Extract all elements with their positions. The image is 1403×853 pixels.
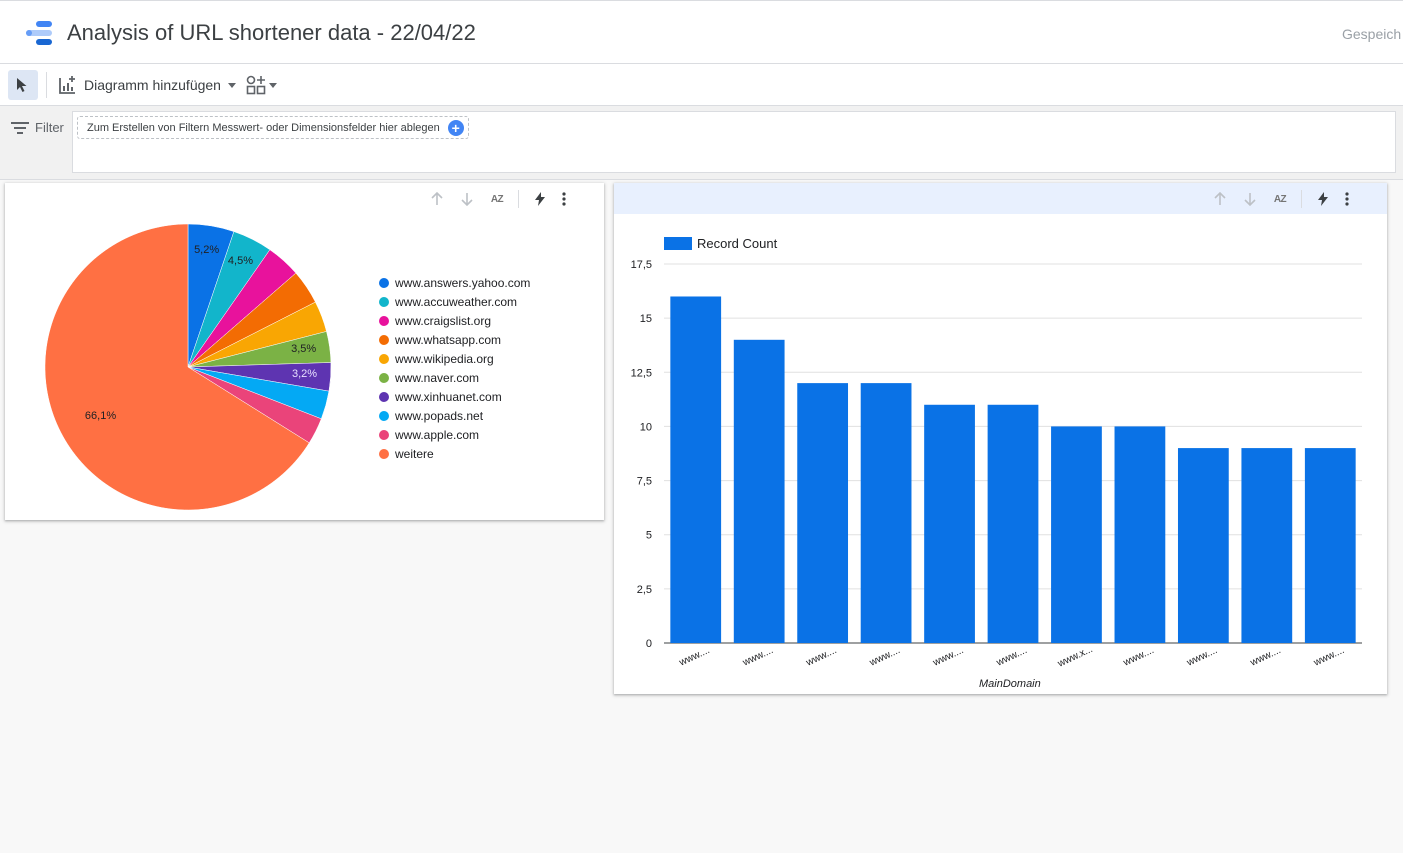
legend-label: www.craigslist.org: [395, 313, 492, 328]
legend-label: www.accuweather.com: [395, 294, 518, 309]
pie-slice-label: 66,1%: [84, 409, 117, 422]
chevron-down-icon: [269, 82, 277, 88]
add-chart-button[interactable]: Diagramm hinzufügen: [58, 73, 236, 97]
add-filter-plus-icon[interactable]: +: [447, 120, 464, 136]
report-title[interactable]: Analysis of URL shortener data - 22/04/2…: [67, 20, 476, 46]
legend-color-dot: [379, 277, 389, 288]
legend-color-dot: [379, 448, 389, 459]
y-tick-label: 15: [640, 313, 652, 325]
y-tick-label: 5: [646, 530, 652, 542]
bar[interactable]: [860, 383, 912, 643]
x-tick-label: www....: [1311, 645, 1346, 669]
legend-item[interactable]: weitere: [379, 444, 530, 463]
x-tick-label: www....: [740, 645, 775, 669]
legend-item[interactable]: www.xinhuanet.com: [379, 387, 530, 406]
legend-label: www.naver.com: [395, 370, 480, 385]
legend-color-dot: [379, 429, 389, 440]
x-tick-label: www....: [677, 645, 712, 669]
filter-bar: Filter Zum Erstellen von Filtern Messwer…: [0, 106, 1403, 180]
filter-label: Filter: [35, 120, 64, 135]
pie-legend: www.answers.yahoo.com www.accuweather.com…: [379, 273, 530, 463]
filter-drop-area[interactable]: Zum Erstellen von Filtern Messwert- oder…: [72, 111, 1396, 173]
bar[interactable]: [1177, 448, 1229, 643]
x-tick-label: www....: [804, 645, 839, 669]
bar[interactable]: [733, 339, 785, 643]
y-tick-label: 12,5: [631, 367, 652, 379]
legend-item[interactable]: www.naver.com: [379, 368, 530, 387]
app-header: Analysis of URL shortener data - 22/04/2…: [0, 0, 1403, 64]
add-chart-icon: [59, 76, 75, 94]
filter-icon: [11, 122, 29, 134]
legend-label: www.apple.com: [395, 427, 480, 442]
y-tick-label: 17,5: [631, 259, 652, 271]
y-tick-label: 0: [646, 638, 652, 650]
bar[interactable]: [987, 404, 1039, 643]
legend-item[interactable]: www.craigslist.org: [379, 311, 530, 330]
legend-color-dot: [379, 391, 389, 402]
x-axis-title: MainDomain: [979, 678, 1041, 690]
legend-label: www.xinhuanet.com: [395, 389, 502, 404]
looker-studio-logo-icon: [26, 21, 52, 45]
x-tick-label: www....: [1248, 645, 1283, 669]
add-chart-label: Diagramm hinzufügen: [84, 77, 221, 93]
pie-slice-label: 5,2%: [194, 244, 220, 257]
select-tool-button[interactable]: [8, 70, 38, 100]
y-tick-label: 10: [640, 421, 652, 433]
bar-chart: 0 2,5 5 7,5 10 12,5 15 17,5 www.... www.... www...…: [631, 259, 1362, 670]
filter-drop-zone-text: Zum Erstellen von Filtern Messwert- oder…: [87, 122, 440, 134]
legend-item[interactable]: www.accuweather.com: [379, 292, 530, 311]
legend-color-dot: [379, 372, 389, 383]
legend-color-dot: [379, 353, 389, 364]
bar[interactable]: [797, 383, 849, 643]
legend-item[interactable]: www.wikipedia.org: [379, 349, 530, 368]
pie-chart-card[interactable]: AZ 5,2% 4,5% 3,5% 3,2% 66,1% www.answers.yah…: [5, 183, 604, 520]
chevron-down-icon: [227, 82, 236, 88]
toolbar-divider: [46, 72, 47, 98]
legend-color-dot: [379, 296, 389, 307]
x-tick-label: www....: [931, 645, 966, 669]
pie-slice-label: 3,2%: [291, 368, 318, 381]
x-tick-label: www....: [1184, 645, 1219, 669]
y-tick-label: 2,5: [637, 584, 652, 596]
legend-label: www.answers.yahoo.com: [395, 275, 531, 290]
legend-item[interactable]: www.answers.yahoo.com: [379, 273, 530, 292]
x-tick-label: www.x...: [1055, 644, 1094, 670]
cursor-arrow-icon: [17, 78, 27, 92]
bar-chart-card[interactable]: AZ Record Count 0 2,5 5 7,5 10 12,5 15 17,5 www.…: [614, 183, 1387, 694]
x-tick-label: www....: [1121, 645, 1156, 669]
legend-label: weitere: [395, 446, 434, 461]
pie-slice-label: 4,5%: [227, 255, 253, 268]
legend-item[interactable]: www.whatsapp.com: [379, 330, 530, 349]
add-control-button[interactable]: [246, 75, 277, 95]
bar[interactable]: [670, 296, 722, 643]
y-tick-label: 7,5: [637, 476, 652, 488]
pie-slice-label: 3,5%: [291, 343, 317, 356]
bar[interactable]: [1304, 448, 1356, 643]
legend-label: www.whatsapp.com: [395, 332, 502, 347]
toolbar: Diagramm hinzufügen: [0, 64, 1403, 106]
bar[interactable]: [924, 404, 975, 643]
filter-drop-zone[interactable]: Zum Erstellen von Filtern Messwert- oder…: [77, 116, 469, 139]
bar[interactable]: [1241, 448, 1293, 643]
legend-color-dot: [379, 410, 389, 421]
x-tick-label: www....: [994, 645, 1029, 669]
x-tick-label: www....: [867, 645, 902, 669]
bar[interactable]: [1114, 426, 1166, 643]
legend-item[interactable]: www.popads.net: [379, 406, 530, 425]
legend-label: www.wikipedia.org: [395, 351, 494, 366]
bar[interactable]: [1051, 426, 1102, 643]
save-status: Gespeich: [1342, 26, 1402, 42]
legend-color-dot: [379, 315, 389, 326]
legend-color-dot: [379, 334, 389, 345]
legend-label: www.popads.net: [395, 408, 484, 423]
add-control-icon: [246, 75, 266, 95]
legend-item[interactable]: www.apple.com: [379, 425, 530, 444]
